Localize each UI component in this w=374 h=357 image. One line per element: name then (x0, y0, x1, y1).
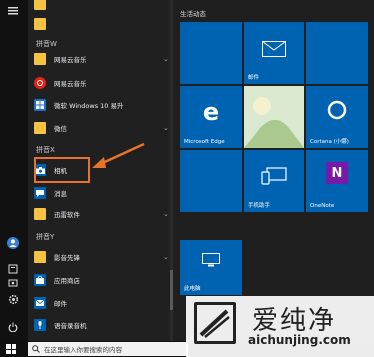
cortana-icon (327, 100, 347, 120)
taskbar-search-box[interactable]: 在这里输入你要搜索的内容 (28, 342, 188, 356)
folder-icon (34, 18, 46, 30)
tile-phone-companion[interactable]: 手机助手 (244, 150, 304, 212)
tile-label: 邮件 (248, 75, 260, 81)
list-item-label: 消息 (54, 190, 67, 198)
chevron-down-icon: ⌄ (163, 210, 169, 218)
list-item-label: 微信 (54, 125, 67, 133)
photo-thumbnail-icon (244, 86, 304, 148)
list-item[interactable]: 网易云音乐 ⌄ (32, 49, 172, 69)
chevron-down-icon: ⌄ (163, 124, 169, 132)
folder-icon (34, 208, 46, 220)
tile-cortana[interactable]: Cortana (小娜) (306, 86, 368, 148)
chevron-down-icon: ⌄ (163, 253, 169, 261)
tile-blank-2[interactable] (306, 22, 368, 84)
scrollbar-thumb[interactable] (170, 270, 173, 310)
tile-label: Microsoft Edge (184, 139, 225, 145)
list-item[interactable]: 网易云音乐 (32, 73, 172, 93)
list-item-label: 语音录音机 (54, 322, 87, 330)
list-item[interactable]: 微信 ⌄ (32, 118, 172, 138)
tile-mail[interactable]: 邮件 (244, 22, 304, 84)
folder-icon (34, 122, 46, 134)
computer-icon (201, 252, 221, 268)
edge-icon: e (202, 98, 220, 126)
search-placeholder: 在这里输入你要搜索的内容 (44, 346, 122, 354)
mail-icon (260, 38, 288, 60)
list-item-label: 网易云音乐 (54, 56, 87, 64)
tile-onenote[interactable]: N OneNote (306, 150, 368, 212)
tile-blank-1[interactable] (180, 22, 242, 84)
mail-icon (34, 297, 46, 309)
section-header-y[interactable]: 拼音Y (36, 232, 54, 242)
list-item[interactable] (32, 14, 172, 34)
tile-group-title: 生活动态 (180, 10, 206, 18)
settings-icon[interactable] (6, 292, 20, 306)
list-item[interactable]: 消息 (32, 183, 172, 203)
windows-upgrade-icon (34, 99, 46, 111)
power-icon[interactable] (6, 320, 20, 334)
messaging-icon (34, 187, 46, 199)
menu-icon[interactable] (6, 4, 20, 18)
list-item[interactable]: 影音先锋 ⌄ (32, 247, 172, 267)
tile-photos[interactable] (244, 86, 304, 148)
pictures-icon[interactable] (6, 276, 20, 290)
watermark: 爱纯净 aichunjing.com (186, 296, 374, 357)
list-item[interactable]: 邮件 (32, 293, 172, 313)
list-item[interactable]: 微软 Windows 10 易升 (32, 95, 172, 115)
tile-label: OneNote (310, 203, 335, 209)
list-item[interactable]: 语音录音机 (32, 315, 172, 335)
section-header-w[interactable]: 拼音W (36, 39, 57, 49)
annotation-arrow-icon (92, 142, 145, 168)
list-item[interactable]: 迅雷软件 ⌄ (32, 204, 172, 224)
tile-label: Cortana (小娜) (310, 139, 349, 145)
store-icon (34, 274, 46, 286)
app-list-scrollbar[interactable] (170, 0, 173, 341)
folder-icon (34, 53, 46, 65)
list-item-label: 微软 Windows 10 易升 (54, 102, 124, 110)
watermark-logo (194, 302, 236, 344)
tiles-pane: 生活动态 邮件 e Microsoft Edge Cortana (小娜) 手机… (174, 0, 374, 341)
start-rail (0, 0, 28, 341)
watermark-text: 爱纯净 (252, 306, 337, 336)
windows-start-icon[interactable] (6, 344, 16, 354)
avatar[interactable] (6, 236, 20, 250)
netease-music-icon (34, 77, 46, 89)
tile-label: 手机助手 (248, 203, 271, 209)
highlight-box (34, 157, 90, 183)
list-item-label: 网易云音乐 (54, 80, 87, 88)
tile-blank-3[interactable] (180, 150, 242, 212)
search-icon (32, 345, 40, 353)
list-item-label: 邮件 (54, 300, 67, 308)
folder-icon (34, 251, 46, 263)
tile-edge[interactable]: e Microsoft Edge (180, 86, 242, 148)
list-item-label: 迅雷软件 (54, 211, 80, 219)
chevron-down-icon: ⌄ (163, 55, 169, 63)
tile-this-pc[interactable]: 此电脑 (180, 240, 242, 295)
list-item[interactable]: 应用商店 (32, 270, 172, 290)
watermark-url: aichunjing.com (248, 333, 351, 347)
tile-label: 此电脑 (184, 286, 201, 292)
phone-companion-icon (260, 166, 288, 186)
list-item-label: 影音先锋 (54, 254, 80, 262)
folder-icon (34, 0, 46, 10)
documents-icon[interactable] (6, 262, 20, 276)
section-header-x[interactable]: 拼音X (36, 145, 55, 155)
onenote-icon: N (326, 162, 348, 184)
list-item[interactable] (32, 0, 172, 14)
voice-recorder-icon (34, 319, 46, 331)
list-item-label: 应用商店 (54, 277, 80, 285)
